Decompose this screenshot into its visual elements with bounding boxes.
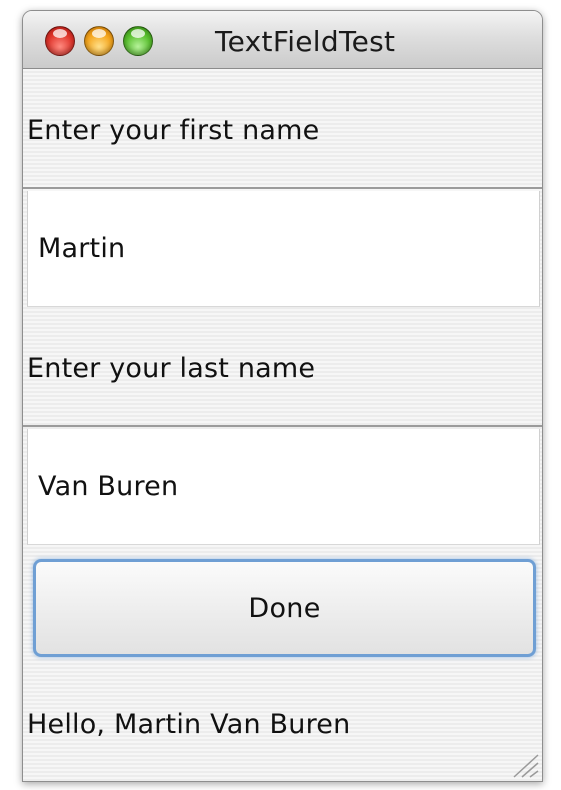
divider [23,425,542,427]
title-bar[interactable]: TextFieldTest [23,11,542,69]
last-name-label: Enter your last name [27,353,316,384]
last-name-field[interactable]: Van Buren [27,429,540,545]
first-name-label: Enter your first name [27,115,320,146]
app-window: TextFieldTest Enter your first name Mart… [22,10,543,782]
first-name-field[interactable]: Martin [27,191,540,307]
done-button[interactable]: Done [33,559,536,657]
window-title: TextFieldTest [215,25,396,58]
resize-grip-icon[interactable] [504,747,540,779]
divider [23,187,542,189]
greeting-text: Hello, Martin Van Buren [27,709,351,740]
minimize-icon[interactable] [84,26,114,56]
close-icon[interactable] [45,26,75,56]
zoom-icon[interactable] [123,26,153,56]
